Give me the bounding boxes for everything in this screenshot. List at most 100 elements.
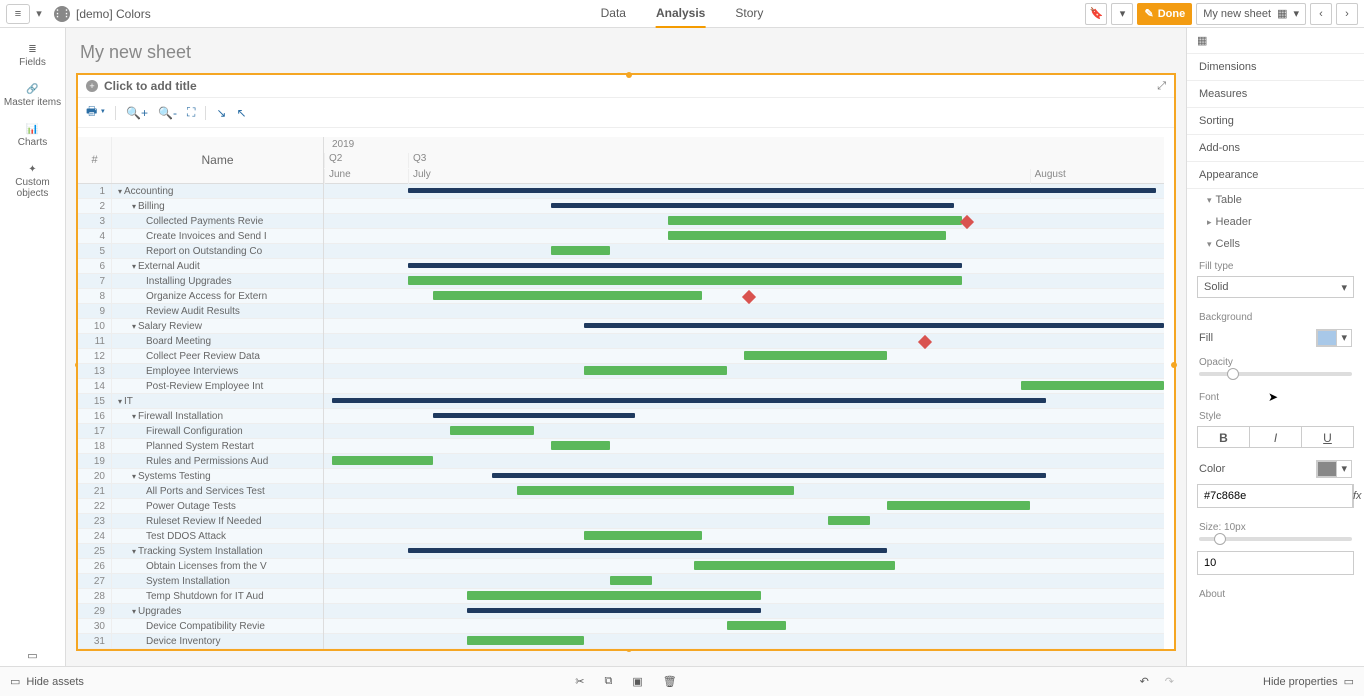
- prev-sheet-button[interactable]: ‹: [1310, 3, 1332, 25]
- table-row[interactable]: 30Device Compatibility Revie: [78, 619, 323, 634]
- table-row[interactable]: 9Review Audit Results: [78, 304, 323, 319]
- table-row[interactable]: 11Board Meeting: [78, 334, 323, 349]
- bold-button[interactable]: B: [1197, 426, 1250, 448]
- table-row[interactable]: 23Ruleset Review If Needed: [78, 514, 323, 529]
- table-row[interactable]: 25▾Tracking System Installation: [78, 544, 323, 559]
- table-row[interactable]: 1▾Accounting: [78, 184, 323, 199]
- size-slider[interactable]: [1199, 537, 1352, 541]
- collapse-all-icon[interactable]: ↖: [236, 106, 246, 120]
- table-row[interactable]: 21All Ports and Services Test: [78, 484, 323, 499]
- underline-button[interactable]: U: [1302, 426, 1354, 448]
- color-expression-input[interactable]: fx: [1197, 484, 1354, 508]
- section-measures[interactable]: Measures: [1187, 81, 1364, 108]
- gantt-row[interactable]: [324, 439, 1164, 454]
- table-row[interactable]: 10▾Salary Review: [78, 319, 323, 334]
- sub-cells[interactable]: ▾Cells: [1187, 233, 1364, 255]
- font-color-caret[interactable]: ▾: [1337, 461, 1351, 477]
- rail-collapse-icon[interactable]: ▭: [0, 649, 65, 662]
- gantt-row[interactable]: [324, 634, 1164, 649]
- print-icon[interactable]: 🖶 ▾: [86, 102, 105, 123]
- gantt-row[interactable]: [324, 319, 1164, 334]
- gantt-row[interactable]: [324, 289, 1164, 304]
- gantt-row[interactable]: [324, 184, 1164, 199]
- undo-icon[interactable]: ↶: [1140, 675, 1149, 688]
- redo-icon[interactable]: ↷: [1165, 675, 1174, 688]
- gantt-row[interactable]: [324, 469, 1164, 484]
- gantt-row[interactable]: [324, 559, 1164, 574]
- paste-icon[interactable]: ▣: [632, 675, 642, 688]
- rail-fields[interactable]: ≣Fields: [0, 36, 65, 76]
- zoom-out-icon[interactable]: 🔍-: [158, 106, 177, 120]
- gantt-row[interactable]: [324, 334, 1164, 349]
- gantt-row[interactable]: [324, 424, 1164, 439]
- hide-properties-button[interactable]: Hide properties▭: [1186, 666, 1364, 696]
- gantt-row[interactable]: [324, 574, 1164, 589]
- table-row[interactable]: 4Create Invoices and Send I: [78, 229, 323, 244]
- gantt-object[interactable]: + Click to add title ⤢ 🖶 ▾ 🔍+ 🔍- ⛶ ↘ ↖ #…: [76, 73, 1176, 651]
- gantt-row[interactable]: [324, 199, 1164, 214]
- gantt-row[interactable]: [324, 274, 1164, 289]
- table-row[interactable]: 20▾Systems Testing: [78, 469, 323, 484]
- sheet-selector[interactable]: My new sheet ▦ ▾: [1196, 3, 1306, 25]
- fx-button[interactable]: fx: [1352, 485, 1362, 507]
- table-row[interactable]: 14Post-Review Employee Int: [78, 379, 323, 394]
- opacity-slider[interactable]: [1199, 372, 1352, 376]
- gantt-row[interactable]: [324, 484, 1164, 499]
- hide-assets-button[interactable]: ▭Hide assets: [0, 666, 94, 696]
- expand-all-icon[interactable]: ↘: [216, 106, 226, 120]
- table-row[interactable]: 24Test DDOS Attack: [78, 529, 323, 544]
- nav-data[interactable]: Data: [601, 0, 626, 28]
- menu-caret[interactable]: ▾: [32, 7, 46, 20]
- sheet-title[interactable]: My new sheet: [76, 36, 1176, 73]
- table-row[interactable]: 3Collected Payments Revie: [78, 214, 323, 229]
- done-button[interactable]: ✎Done: [1137, 3, 1192, 25]
- section-dimensions[interactable]: Dimensions: [1187, 54, 1364, 81]
- sub-table[interactable]: ▾Table: [1187, 189, 1364, 211]
- gantt-row[interactable]: [324, 214, 1164, 229]
- section-addons[interactable]: Add-ons: [1187, 135, 1364, 162]
- gantt-row[interactable]: [324, 454, 1164, 469]
- table-row[interactable]: 19Rules and Permissions Aud: [78, 454, 323, 469]
- rail-master-items[interactable]: 🔗Master items: [0, 76, 65, 116]
- gantt-row[interactable]: [324, 304, 1164, 319]
- rail-charts[interactable]: 📊Charts: [0, 116, 65, 156]
- table-row[interactable]: 27System Installation: [78, 574, 323, 589]
- gantt-row[interactable]: [324, 229, 1164, 244]
- sub-header[interactable]: ▸Header: [1187, 211, 1364, 233]
- filltype-dropdown[interactable]: Solid▾: [1197, 276, 1354, 298]
- gantt-row[interactable]: [324, 259, 1164, 274]
- copy-icon[interactable]: ⧉: [604, 675, 612, 688]
- gantt-row[interactable]: [324, 589, 1164, 604]
- table-row[interactable]: 28Temp Shutdown for IT Aud: [78, 589, 323, 604]
- zoom-fit-icon[interactable]: ⛶: [187, 105, 195, 120]
- zoom-in-icon[interactable]: 🔍+: [126, 106, 148, 120]
- table-row[interactable]: 15▾IT: [78, 394, 323, 409]
- hamburger-menu[interactable]: ≡: [6, 4, 30, 24]
- gantt-row[interactable]: [324, 349, 1164, 364]
- gantt-row[interactable]: [324, 499, 1164, 514]
- fill-caret[interactable]: ▾: [1337, 330, 1351, 346]
- panel-grid-icon[interactable]: ▦: [1187, 28, 1364, 54]
- section-appearance[interactable]: Appearance: [1187, 162, 1364, 189]
- gantt-row[interactable]: [324, 364, 1164, 379]
- table-row[interactable]: 7Installing Upgrades: [78, 274, 323, 289]
- rail-custom-objects[interactable]: ✦Custom objects: [0, 156, 65, 207]
- delete-icon[interactable]: 🗑: [663, 675, 677, 688]
- cut-icon[interactable]: ✂: [575, 675, 584, 688]
- gantt-row[interactable]: [324, 544, 1164, 559]
- gantt-row[interactable]: [324, 529, 1164, 544]
- table-row[interactable]: 17Firewall Configuration: [78, 424, 323, 439]
- table-row[interactable]: 12Collect Peer Review Data: [78, 349, 323, 364]
- gantt-row[interactable]: [324, 379, 1164, 394]
- next-sheet-button[interactable]: ›: [1336, 3, 1358, 25]
- size-input[interactable]: [1198, 552, 1353, 574]
- table-row[interactable]: 13Employee Interviews: [78, 364, 323, 379]
- table-row[interactable]: 22Power Outage Tests: [78, 499, 323, 514]
- table-row[interactable]: 2▾Billing: [78, 199, 323, 214]
- table-row[interactable]: 18Planned System Restart: [78, 439, 323, 454]
- fill-color-swatch[interactable]: [1317, 330, 1337, 346]
- add-title-text[interactable]: Click to add title: [104, 79, 197, 93]
- table-row[interactable]: 29▾Upgrades: [78, 604, 323, 619]
- color-text-input[interactable]: [1198, 485, 1352, 507]
- fullscreen-icon[interactable]: ⤢: [1157, 80, 1166, 93]
